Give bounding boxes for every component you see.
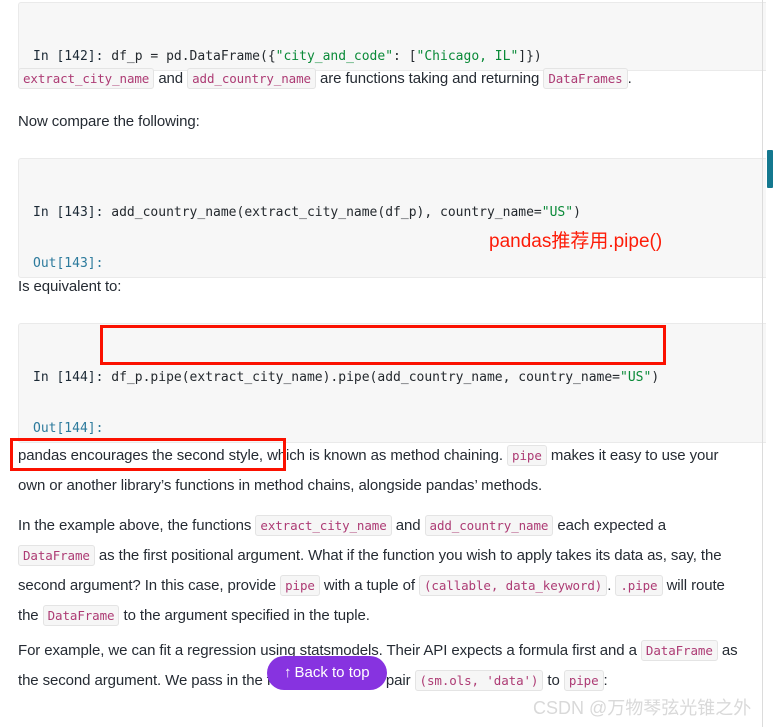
code-prompt-in: In [143]: (33, 205, 104, 220)
code-prompt-in: In [144]: (33, 370, 104, 385)
inline-code-dot-pipe: .pipe (615, 575, 663, 596)
code-line: In [142]: df_p = pd.DataFrame({"city_and… (33, 48, 757, 65)
code-cell-142: In [142]: df_p = pd.DataFrame({"city_and… (18, 2, 772, 71)
scrollbar-track[interactable] (766, 0, 774, 727)
text-run: are functions taking and returning (315, 70, 544, 87)
text-run: In the example above, the functions (18, 517, 256, 534)
code-text: df_p = pd.DataFrame({ (103, 49, 276, 64)
text-run: with a tuple of (319, 577, 419, 594)
code-string: "US" (620, 370, 652, 385)
watermark: CSDN @万物琴弦光锥之外 (533, 698, 752, 718)
back-to-top-button[interactable]: ↑ Back to top (267, 656, 387, 690)
inline-code-pipe: pipe (280, 575, 320, 596)
text-run: pandas encourages the second style, whic… (18, 447, 508, 464)
code-text: df_p.pipe(extract_city_name).pipe(add_co… (103, 370, 621, 385)
inline-code-add-country-name: add_country_name (187, 68, 316, 89)
inline-code-extract-city-name: extract_city_name (255, 515, 392, 536)
code-prompt-out: Out[143]: (33, 256, 104, 271)
text-run: each expected a (553, 517, 666, 534)
code-cell-143: In [143]: add_country_name(extract_city_… (18, 158, 772, 278)
paragraph-functions-intro: extract_city_name and add_country_name a… (18, 64, 742, 94)
code-cell-144: In [144]: df_p.pipe(extract_city_name).p… (18, 323, 772, 443)
inline-code-pipe: pipe (563, 670, 604, 691)
paragraph-tuple-explanation: In the example above, the functions extr… (18, 511, 742, 631)
text-run: and (154, 70, 188, 87)
copy-icon[interactable] (744, 167, 761, 185)
code-prompt-out: Out[144]: (33, 421, 104, 436)
text-run: to the argument specified in the tuple. (119, 607, 370, 624)
arrow-up-icon: ↑ (284, 664, 292, 681)
paragraph-text: Is equivalent to: (18, 278, 122, 295)
code-string: "Chicago, IL" (416, 49, 519, 64)
code-prompt-in: In [142]: (33, 49, 104, 64)
paragraph-now-compare: Now compare the following: (18, 107, 742, 137)
code-string: "city_and_code" (275, 49, 394, 64)
code-text: : [ (393, 49, 417, 64)
inline-code-pipe: pipe (507, 445, 547, 466)
inline-code-dataframe: DataFrame (18, 545, 95, 566)
code-line: In [144]: df_p.pipe(extract_city_name).p… (33, 369, 757, 386)
text-run: . (627, 70, 632, 87)
paragraph-method-chaining: pandas encourages the second style, whic… (18, 441, 742, 501)
code-text: add_country_name(extract_city_name(df_p)… (103, 205, 542, 220)
inline-code-dataframes: DataFrames (543, 68, 628, 89)
annotation-pandas-recommends-pipe: pandas推荐用.pipe() (489, 231, 663, 252)
code-string: "US" (541, 205, 574, 220)
content-divider (762, 0, 763, 727)
text-run: and (391, 517, 425, 534)
paragraph-text: Now compare the following: (18, 113, 200, 130)
code-text: ) (573, 205, 581, 220)
inline-code-callable-data-keyword: (callable, data_keyword) (419, 575, 608, 596)
inline-code-extract-city-name: extract_city_name (18, 68, 155, 89)
code-line: In [143]: add_country_name(extract_city_… (33, 204, 757, 221)
inline-code-dataframe: DataFrame (640, 640, 718, 661)
scrollbar-thumb[interactable] (767, 150, 773, 188)
inline-code-add-country-name: add_country_name (424, 515, 554, 536)
code-text: ]}) (518, 49, 542, 64)
paragraph-is-equivalent: Is equivalent to: (18, 272, 742, 302)
code-text: ) (651, 370, 660, 385)
text-run: : (603, 672, 608, 689)
text-run: to (543, 672, 564, 689)
document-page: In [142]: df_p = pd.DataFrame({"city_and… (0, 0, 776, 727)
inline-code-sm-ols-data: (sm.ols, 'data') (414, 670, 544, 691)
copy-icon[interactable] (744, 332, 761, 350)
inline-code-dataframe: DataFrame (42, 605, 120, 626)
back-to-top-label: Back to top (294, 664, 370, 681)
